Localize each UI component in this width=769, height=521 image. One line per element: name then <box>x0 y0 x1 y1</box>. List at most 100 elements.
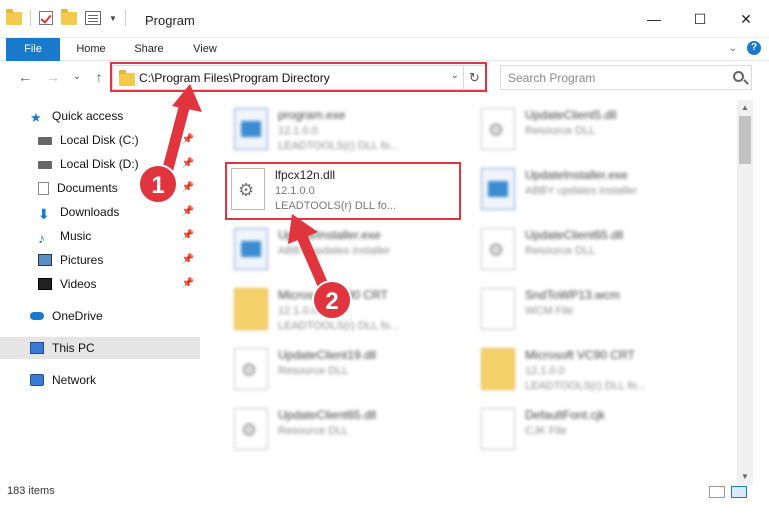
file-name: DefaultFont.cjk <box>525 408 606 422</box>
up-button[interactable]: ↑ <box>90 68 108 86</box>
pin-icon[interactable]: 📌 <box>182 206 194 217</box>
folder-icon <box>481 348 515 390</box>
pin-icon[interactable]: 📌 <box>182 254 194 265</box>
sidebar-item-network[interactable]: Network <box>30 369 200 391</box>
customize-icon[interactable] <box>85 11 101 25</box>
pin-icon[interactable]: 📌 <box>182 182 194 193</box>
file-item-lfpcx12n-dll[interactable]: lfpcx12n.dll 12.1.0.0 LEADTOOLS(r) DLL f… <box>227 164 467 224</box>
sidebar-item-label: Local Disk (C:) <box>60 133 139 147</box>
expand-ribbon-icon[interactable]: ⌄ <box>729 43 737 54</box>
file-type: Resource DLL <box>525 245 596 257</box>
refresh-button[interactable]: ↻ <box>463 66 485 89</box>
file-description: LEADTOOLS(r) DLL fo... <box>275 200 397 212</box>
sidebar-item-quick-access[interactable]: ★ Quick access <box>30 105 230 127</box>
address-bar[interactable]: C:\Program Files\Program Directory ⌄ ↻ <box>112 65 486 90</box>
sidebar-item-downloads[interactable]: ⬇ Downloads 📌 <box>38 201 200 223</box>
file-name: Microsoft VC90 CRT <box>525 348 635 362</box>
tab-share[interactable]: Share <box>124 38 174 61</box>
file-item[interactable]: Microsoft VC90 CRT 12.1.0.0 LEADTOOLS(r)… <box>477 344 717 404</box>
tab-home[interactable]: Home <box>66 38 116 61</box>
help-icon[interactable]: ? <box>747 41 761 55</box>
file-item[interactable]: UpdateClient19.dll Resource DLL <box>230 344 470 404</box>
search-box[interactable]: Search Program <box>500 65 752 90</box>
file-item[interactable]: UpdateInstaller.exe ABBY updates install… <box>230 224 470 284</box>
film-icon <box>38 278 52 290</box>
sidebar-item-local-disk-c[interactable]: Local Disk (C:) 📌 <box>38 129 200 151</box>
close-button[interactable]: ✕ <box>723 0 769 38</box>
file-item[interactable]: SndToWP13.wcm WCM File <box>477 284 717 344</box>
file-version: 12.1.0.0 <box>278 125 318 137</box>
sidebar-item-label: OneDrive <box>52 309 103 323</box>
sidebar-item-documents[interactable]: Documents 📌 <box>38 177 200 199</box>
file-item[interactable]: program.exe 12.1.0.0 LEADTOOLS(r) DLL fo… <box>230 104 470 164</box>
forward-button[interactable]: → <box>44 68 62 86</box>
dll-gear-icon <box>234 348 268 390</box>
sidebar-item-label: Documents <box>57 181 118 195</box>
drive-icon <box>38 161 52 169</box>
file-item[interactable]: UpdateClient5.dll Resource DLL <box>477 104 717 164</box>
sidebar-item-label: This PC <box>52 341 95 355</box>
ribbon: File Home Share View ⌄ ? <box>0 38 769 61</box>
exe-file-icon <box>234 108 268 150</box>
file-version: 12.1.0.0 <box>525 365 565 377</box>
search-input[interactable]: Search Program <box>508 71 595 85</box>
address-path[interactable]: C:\Program Files\Program Directory <box>139 71 330 85</box>
file-item[interactable]: DefaultFont.cjk CJK File <box>477 404 717 464</box>
quick-access-toolbar: ▼ <box>6 8 126 26</box>
file-type: WCM File <box>525 305 574 317</box>
tab-view[interactable]: View <box>180 38 230 61</box>
star-icon: ★ <box>30 110 42 125</box>
large-icons-view-icon[interactable] <box>731 486 747 498</box>
recent-locations-button[interactable]: ⌄ <box>68 68 86 86</box>
pin-icon[interactable]: 📌 <box>182 278 194 289</box>
sidebar-item-onedrive[interactable]: OneDrive <box>30 305 200 327</box>
file-item[interactable]: Microsoft VC90 CRT 12.1.0.0 LEADTOOLS(r)… <box>230 284 470 344</box>
title-bar: ▼ Program — ☐ ✕ <box>0 0 769 38</box>
scroll-down-arrow-icon[interactable]: ▼ <box>737 469 753 485</box>
sidebar-item-this-pc[interactable]: This PC <box>0 337 200 359</box>
sidebar-item-videos[interactable]: Videos 📌 <box>38 273 200 295</box>
back-button[interactable]: ← <box>16 68 34 86</box>
sidebar-item-pictures[interactable]: Pictures 📌 <box>38 249 200 271</box>
file-item[interactable]: UpdateClient65.dll Resource DLL <box>230 404 470 464</box>
status-bar: 183 items <box>0 484 769 502</box>
chevron-down-icon[interactable]: ⌄ <box>451 70 459 81</box>
folder-icon <box>119 70 135 86</box>
file-description: ABBY updates installer <box>278 245 391 257</box>
exe-file-icon <box>481 168 515 210</box>
file-name: Microsoft VC90 CRT <box>278 288 388 302</box>
pin-icon[interactable]: 📌 <box>182 230 194 241</box>
navigation-pane: ★ Quick access Local Disk (C:) 📌 Local D… <box>0 100 202 475</box>
file-name: UpdateInstaller.exe <box>525 168 628 182</box>
window-title: Program <box>145 13 195 28</box>
computer-icon <box>30 342 44 354</box>
pin-icon[interactable]: 📌 <box>182 134 194 145</box>
new-folder-icon[interactable] <box>61 8 77 25</box>
sidebar-item-label: Local Disk (D:) <box>60 157 139 171</box>
scroll-up-arrow-icon[interactable]: ▲ <box>737 100 753 116</box>
sidebar-item-label: Videos <box>60 277 97 291</box>
pin-icon[interactable]: 📌 <box>182 158 194 169</box>
pictures-icon <box>38 254 52 266</box>
file-item[interactable]: UpdateInstaller.exe ABBY updates install… <box>477 164 717 224</box>
properties-check-icon[interactable] <box>39 11 53 25</box>
file-item[interactable]: UpdateClient65.dll Resource DLL <box>477 224 717 284</box>
file-description: LEADTOOLS(r) DLL fo... <box>278 140 400 152</box>
chevron-down-icon[interactable]: ▼ <box>109 14 117 23</box>
cloud-icon <box>30 312 44 320</box>
file-type: CJK File <box>525 425 567 437</box>
sidebar-item-local-disk-d[interactable]: Local Disk (D:) 📌 <box>38 153 200 175</box>
file-name: UpdateInstaller.exe <box>278 228 381 242</box>
tab-file[interactable]: File <box>6 38 60 61</box>
drive-icon <box>38 137 52 145</box>
scrollbar-thumb[interactable] <box>739 116 751 164</box>
file-name: program.exe <box>278 108 346 122</box>
minimize-button[interactable]: — <box>631 0 677 38</box>
maximize-button[interactable]: ☐ <box>677 0 723 38</box>
vertical-scrollbar[interactable]: ▲ ▼ <box>737 100 753 485</box>
exe-file-icon <box>234 228 268 270</box>
folder-icon <box>6 8 22 25</box>
divider <box>30 10 31 26</box>
details-view-icon[interactable] <box>709 486 725 498</box>
sidebar-item-music[interactable]: ♪ Music 📌 <box>38 225 200 247</box>
